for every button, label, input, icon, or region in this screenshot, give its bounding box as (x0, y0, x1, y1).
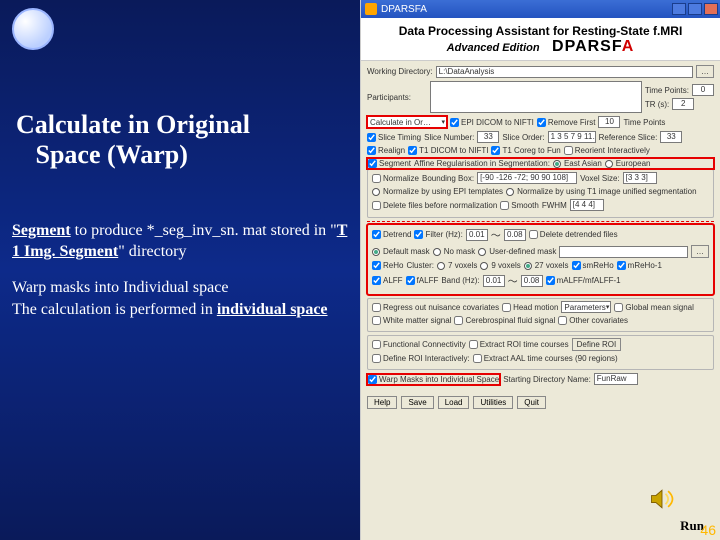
app-header-line1: Data Processing Assistant for Resting-St… (369, 24, 712, 38)
band-hi-input[interactable]: 0.08 (521, 275, 543, 287)
remove-first-input[interactable]: 10 (598, 116, 620, 128)
segment-checkbox[interactable] (368, 159, 377, 168)
delete-detrended-checkbox[interactable] (529, 230, 538, 239)
close-button[interactable] (704, 3, 718, 15)
malff-checkbox[interactable] (546, 276, 555, 285)
tr-label: TR (s): (645, 100, 669, 109)
wm-checkbox[interactable] (372, 316, 381, 325)
ref-slice-input[interactable]: 33 (660, 131, 682, 143)
delete-before-checkbox[interactable] (372, 201, 381, 210)
reorient-checkbox[interactable] (564, 146, 573, 155)
slice-number-input[interactable]: 33 (477, 131, 499, 143)
user-mask-input[interactable] (559, 246, 688, 258)
maximize-button[interactable] (688, 3, 702, 15)
time-points-input[interactable]: 0 (692, 84, 714, 96)
realign-checkbox[interactable] (367, 146, 376, 155)
no-mask-radio[interactable] (433, 248, 441, 256)
aal-checkbox[interactable] (473, 354, 482, 363)
institute-logo-icon (12, 8, 54, 50)
user-mask-radio[interactable] (478, 248, 486, 256)
alff-checkbox[interactable] (372, 276, 381, 285)
slide-body: Segment to produce *_seg_inv_sn. mat sto… (12, 220, 348, 320)
detrend-checkbox[interactable] (372, 230, 381, 239)
cluster27-radio[interactable] (524, 262, 532, 270)
define-roi-int-checkbox[interactable] (372, 354, 381, 363)
global-checkbox[interactable] (614, 303, 623, 312)
regress-checkbox[interactable] (372, 303, 381, 312)
t1-coreg-checkbox[interactable] (491, 146, 500, 155)
bbox-input[interactable]: [-90 -126 -72; 90 90 108] (477, 172, 577, 184)
norm-epi-radio[interactable] (372, 188, 380, 196)
working-dir-browse-button[interactable]: … (696, 65, 714, 78)
bottom-button-row: Help Save Load Utilities Quit (361, 392, 720, 413)
slide-title: Calculate in Original Space (Warp) (12, 110, 348, 170)
filter-checkbox[interactable] (414, 230, 423, 239)
normalize-checkbox[interactable] (372, 174, 381, 183)
t1-nifti-checkbox[interactable] (408, 146, 417, 155)
default-mask-radio[interactable] (372, 248, 380, 256)
app-header: Data Processing Assistant for Resting-St… (361, 18, 720, 61)
falff-checkbox[interactable] (406, 276, 415, 285)
calc-mode-dropdown[interactable]: Calculate in Or… (367, 116, 447, 128)
load-button[interactable]: Load (438, 396, 470, 409)
participants-listbox[interactable] (430, 81, 642, 113)
app-brand: DPARSFA (552, 38, 634, 55)
tr-input[interactable]: 2 (672, 98, 694, 110)
window-titlebar: DPARSFA (361, 0, 720, 18)
epi-dicom-checkbox[interactable] (450, 118, 459, 127)
other-cov-checkbox[interactable] (558, 316, 567, 325)
app-icon (365, 3, 377, 15)
norm-t1-radio[interactable] (506, 188, 514, 196)
window-title: DPARSFA (381, 4, 427, 15)
fc-checkbox[interactable] (372, 340, 381, 349)
speaker-icon (648, 488, 676, 510)
dparsfa-window: DPARSFA Data Processing Assistant for Re… (360, 0, 720, 540)
warp-masks-checkbox[interactable] (368, 375, 377, 384)
form-area: Working Directory: L:\DataAnalysis … Par… (361, 61, 720, 392)
startdir-input[interactable]: FunRaw (594, 373, 638, 385)
page-number: 46 (700, 522, 716, 538)
east-asian-radio[interactable] (553, 160, 561, 168)
define-roi-button[interactable]: Define ROI (572, 338, 622, 351)
save-button[interactable]: Save (401, 396, 433, 409)
logo-row (12, 8, 348, 50)
time-points-label: Time Points: (645, 86, 689, 95)
csf-checkbox[interactable] (454, 316, 463, 325)
cluster9-radio[interactable] (480, 262, 488, 270)
slice-order-input[interactable]: 1 3 5 7 9 11… (548, 131, 596, 143)
slide-panel: Calculate in Original Space (Warp) Segme… (0, 0, 360, 540)
tilde-icon-2: 〜 (508, 273, 518, 288)
reho-checkbox[interactable] (372, 261, 381, 270)
tilde-icon: 〜 (491, 227, 501, 242)
mreho-checkbox[interactable] (617, 261, 626, 270)
utilities-button[interactable]: Utilities (473, 396, 513, 409)
filter-hi-input[interactable]: 0.08 (504, 229, 526, 241)
smooth-checkbox[interactable] (500, 201, 509, 210)
fwhm-input[interactable]: [4 4 4] (570, 199, 604, 211)
participants-label: Participants: (367, 93, 427, 102)
slice-timing-checkbox[interactable] (367, 133, 376, 142)
headmotion-checkbox[interactable] (502, 303, 511, 312)
filter-lo-input[interactable]: 0.01 (466, 229, 488, 241)
user-mask-browse-button[interactable]: … (691, 245, 709, 258)
quit-button[interactable]: Quit (517, 396, 546, 409)
voxsize-input[interactable]: [3 3 3] (623, 172, 657, 184)
help-button[interactable]: Help (367, 396, 397, 409)
european-radio[interactable] (605, 160, 613, 168)
working-dir-label: Working Directory: (367, 67, 433, 76)
red-separator-icon (367, 221, 714, 222)
remove-first-checkbox[interactable] (537, 118, 546, 127)
band-lo-input[interactable]: 0.01 (483, 275, 505, 287)
cluster7-radio[interactable] (437, 262, 445, 270)
working-dir-input[interactable]: L:\DataAnalysis (436, 66, 693, 78)
minimize-button[interactable] (672, 3, 686, 15)
smreho-checkbox[interactable] (572, 261, 581, 270)
app-header-advanced: Advanced Edition (447, 42, 540, 54)
params-dropdown[interactable]: Parameters (561, 301, 611, 313)
extract-roi-checkbox[interactable] (469, 340, 478, 349)
